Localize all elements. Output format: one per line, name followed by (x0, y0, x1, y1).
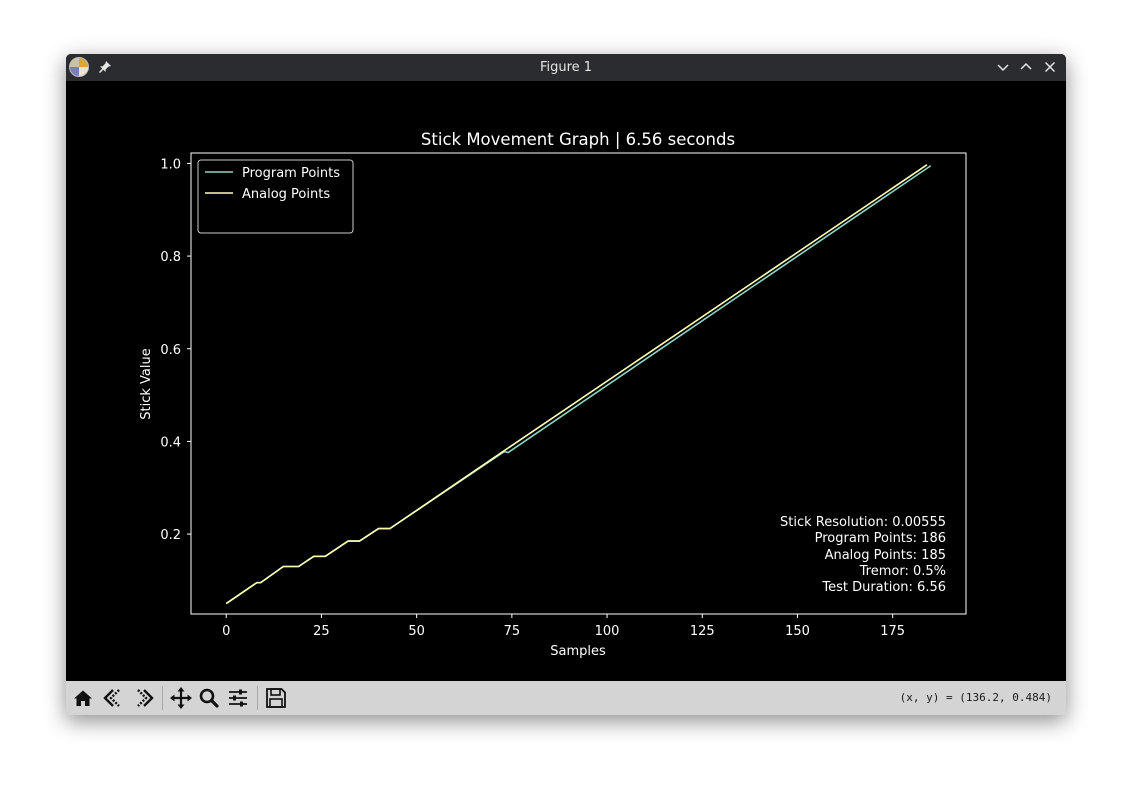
legend: Program Points Analog Points (197, 159, 354, 234)
forward-arrow-icon[interactable] (130, 686, 156, 710)
window-title: Figure 1 (539, 60, 593, 75)
stat-tremor: Tremor: 0.5% (859, 564, 946, 579)
pan-icon[interactable] (168, 686, 194, 710)
x-tick-label: 0 (222, 624, 230, 639)
y-tick-label: 0.4 (160, 435, 181, 450)
back-arrow-icon[interactable] (101, 686, 127, 710)
x-tick-label: 75 (504, 624, 521, 639)
x-tick-label: 25 (313, 624, 330, 639)
figure-window: Figure 1 Stick Movement Graph | 6.56 sec… (66, 54, 1066, 715)
stat-analog-points: Analog Points: 185 (825, 548, 946, 563)
home-icon[interactable] (70, 686, 96, 710)
cursor-coordinates: (x, y) = (136.2, 0.484) (899, 691, 1052, 704)
y-tick-label: 1.0 (160, 157, 181, 172)
x-tick-label: 125 (690, 624, 715, 639)
x-axis-label: Samples (550, 644, 606, 659)
x-tick-label: 150 (785, 624, 810, 639)
stat-test-duration: Test Duration: 6.56 (821, 580, 946, 595)
minimize-icon[interactable] (994, 58, 1012, 76)
zoom-icon[interactable] (196, 686, 222, 710)
y-tick-label: 0.8 (160, 250, 181, 265)
x-tick-label: 100 (595, 624, 620, 639)
y-axis-label: Stick Value (139, 348, 154, 419)
x-tick-label: 175 (880, 624, 905, 639)
stat-program-points: Program Points: 186 (815, 531, 946, 546)
save-icon[interactable] (263, 686, 289, 710)
x-tick-label: 50 (408, 624, 425, 639)
toolbar-separator (257, 686, 258, 710)
close-icon[interactable] (1041, 58, 1059, 76)
legend-label-analog: Analog Points (242, 187, 330, 202)
plot-canvas[interactable]: Stick Movement Graph | 6.56 seconds 0 25 5… (66, 81, 1066, 681)
legend-label-program: Program Points (242, 166, 340, 181)
configure-subplots-icon[interactable] (225, 686, 251, 710)
maximize-icon[interactable] (1017, 58, 1035, 76)
y-tick-label: 0.2 (160, 528, 181, 543)
y-tick-label: 0.6 (160, 343, 181, 358)
stat-stick-resolution: Stick Resolution: 0.00555 (780, 515, 946, 530)
chart-title: Stick Movement Graph | 6.56 seconds (421, 130, 735, 149)
navigation-toolbar: (x, y) = (136.2, 0.484) (66, 681, 1066, 715)
title-bar[interactable]: Figure 1 (66, 54, 1066, 81)
toolbar-separator (162, 686, 163, 710)
